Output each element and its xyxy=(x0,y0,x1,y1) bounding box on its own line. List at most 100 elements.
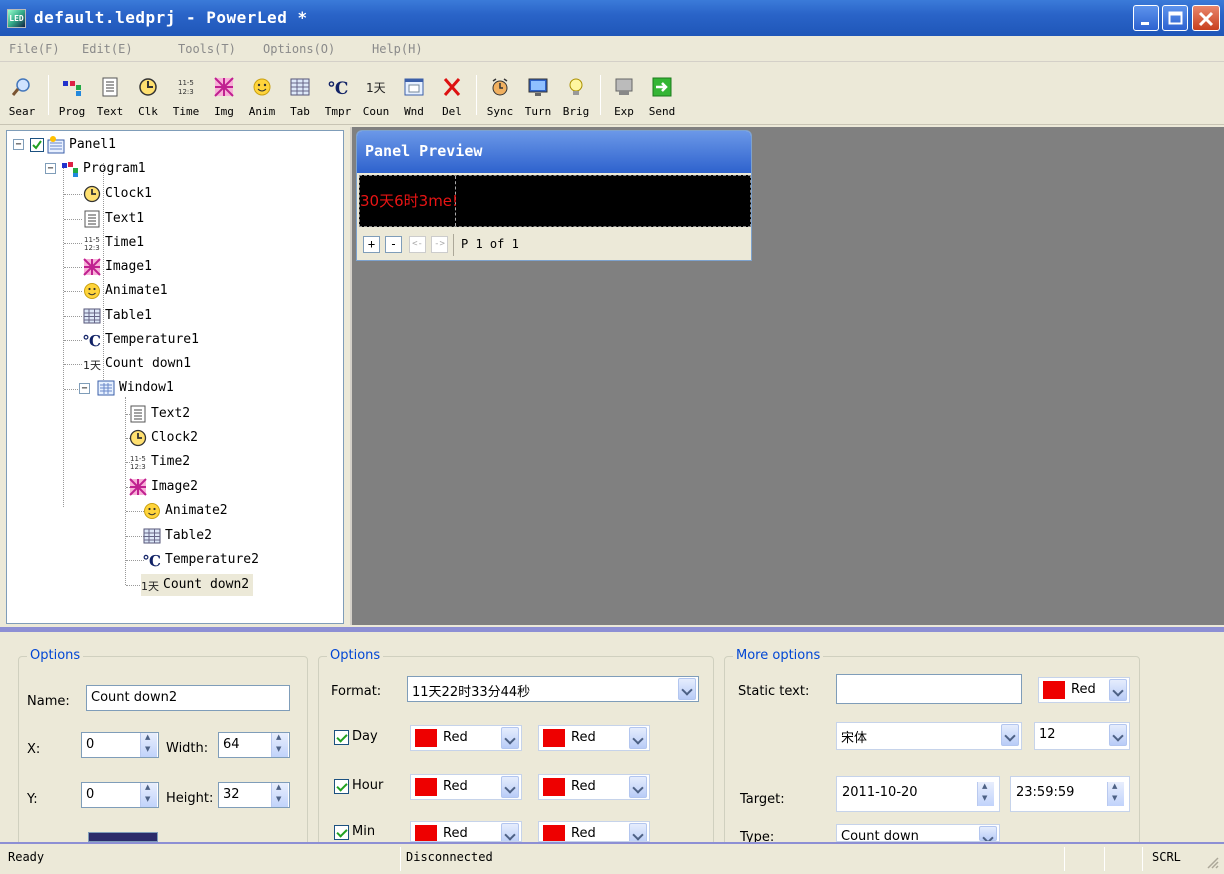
height-input[interactable]: 32 xyxy=(218,782,290,808)
static-text-input[interactable] xyxy=(836,674,1022,704)
y-spinner[interactable] xyxy=(140,783,157,807)
tree-item-clock2[interactable]: Clock2 xyxy=(129,427,198,449)
min-checkbox[interactable] xyxy=(334,825,349,840)
turn-button[interactable]: Turn xyxy=(520,67,556,123)
tree-item-window1[interactable]: Window1 xyxy=(97,377,174,399)
size-dropdown-button[interactable] xyxy=(1109,724,1127,746)
tree-item-text1[interactable]: Text1 xyxy=(83,208,144,230)
tree-item-image1[interactable]: Image1 xyxy=(83,256,152,278)
x-value: 0 xyxy=(86,737,95,752)
format-select[interactable]: 11天22时33分44秒 xyxy=(407,676,699,702)
export-button[interactable]: Exp xyxy=(606,67,642,123)
tree-item-countdown1[interactable]: 1天 Count down1 xyxy=(83,353,191,375)
dropdown-button[interactable] xyxy=(1109,679,1127,701)
program-button[interactable]: Prog xyxy=(54,67,90,123)
tree-item-temperature2[interactable]: ℃ Temperature2 xyxy=(143,549,259,571)
text-icon xyxy=(84,210,100,227)
send-button[interactable]: Send xyxy=(644,67,680,123)
tree-item-image2[interactable]: Image2 xyxy=(129,476,198,498)
x-input[interactable]: 0 xyxy=(81,732,159,758)
sync-button[interactable]: Sync xyxy=(482,67,518,123)
width-spinner[interactable] xyxy=(271,733,288,757)
tree-item-time2[interactable]: 11-5 12:3 Time2 xyxy=(129,451,190,473)
countdown-button[interactable]: 1天 Coun xyxy=(358,67,394,123)
tree-item-panel1[interactable]: Panel1 xyxy=(47,134,116,156)
menu-edit[interactable]: Edit(E) xyxy=(82,42,133,56)
brightness-button[interactable]: Brig xyxy=(558,67,594,123)
type-dropdown-button[interactable] xyxy=(979,826,997,841)
hour-color2-select[interactable]: Red xyxy=(538,774,650,800)
search-button[interactable]: Sear xyxy=(4,67,40,123)
menu-file[interactable]: File(F) xyxy=(9,42,60,56)
tree-item-temperature1[interactable]: ℃ Temperature1 xyxy=(83,329,199,351)
tree-item-label: Temperature1 xyxy=(105,332,199,347)
color-preview-field[interactable] xyxy=(88,832,158,842)
font-dropdown-button[interactable] xyxy=(1001,724,1019,746)
hour-color1-select[interactable]: Red xyxy=(410,774,522,800)
target-label: Target: xyxy=(740,792,785,807)
group-title: Options xyxy=(27,648,84,663)
tree-item-table1[interactable]: Table1 xyxy=(83,305,152,327)
resize-grip-icon[interactable] xyxy=(1206,856,1220,870)
tree-item-text2[interactable]: Text2 xyxy=(129,403,190,425)
tree-item-clock1[interactable]: Clock1 xyxy=(83,183,152,205)
static-color-select[interactable]: Red xyxy=(1038,677,1130,703)
dropdown-button[interactable] xyxy=(629,823,647,841)
font-select[interactable]: 宋体 xyxy=(836,722,1022,750)
zoom-in-button[interactable]: + xyxy=(363,236,380,253)
menu-options[interactable]: Options(O) xyxy=(263,42,335,56)
dropdown-button[interactable] xyxy=(629,727,647,749)
dropdown-button[interactable] xyxy=(629,776,647,798)
width-input[interactable]: 64 xyxy=(218,732,290,758)
window-expander[interactable]: − xyxy=(79,383,90,394)
next-page-button[interactable]: -> xyxy=(431,236,448,253)
window-button[interactable]: Wnd xyxy=(396,67,432,123)
tree-item-animate1[interactable]: Animate1 xyxy=(83,280,168,302)
program-expander[interactable]: − xyxy=(45,163,56,174)
menu-help[interactable]: Help(H) xyxy=(372,42,423,56)
dropdown-button[interactable] xyxy=(501,823,519,841)
format-dropdown-button[interactable] xyxy=(678,678,696,700)
target-date-input[interactable]: 2011-10-20 xyxy=(836,776,1000,812)
panel-checkbox[interactable] xyxy=(30,138,44,152)
date-spinner[interactable] xyxy=(977,782,994,806)
temperature-button[interactable]: ℃ Tmpr xyxy=(320,67,356,123)
min-color2-select[interactable]: Red xyxy=(538,821,650,842)
time-spinner[interactable] xyxy=(1107,782,1124,806)
minimize-button[interactable] xyxy=(1133,5,1159,31)
y-input[interactable]: 0 xyxy=(81,782,159,808)
hour-checkbox[interactable] xyxy=(334,779,349,794)
tree-item-countdown2[interactable]: 1天 Count down2 xyxy=(141,574,254,596)
tree-item-table2[interactable]: Table2 xyxy=(143,525,212,547)
image-button[interactable]: Img xyxy=(206,67,242,123)
time-button[interactable]: 11-5 12:3 Time xyxy=(168,67,204,123)
height-value: 32 xyxy=(223,787,240,802)
tree-item-time1[interactable]: 11-5 12:3 Time1 xyxy=(83,232,144,254)
panel-preview-window[interactable]: Panel Preview 30天6时3me! + - <- -> P 1 of… xyxy=(356,130,752,261)
animation-button[interactable]: Anim xyxy=(244,67,280,123)
day-checkbox[interactable] xyxy=(334,730,349,745)
x-spinner[interactable] xyxy=(140,733,157,757)
tree-item-animate2[interactable]: Animate2 xyxy=(143,500,228,522)
dropdown-button[interactable] xyxy=(501,776,519,798)
name-input[interactable]: Count down2 xyxy=(86,685,290,711)
maximize-button[interactable] xyxy=(1162,5,1188,31)
target-time-input[interactable]: 23:59:59 xyxy=(1010,776,1130,812)
table-button[interactable]: Tab xyxy=(282,67,318,123)
type-select[interactable]: Count down xyxy=(836,824,1000,842)
dropdown-button[interactable] xyxy=(501,727,519,749)
delete-button[interactable]: Del xyxy=(434,67,470,123)
panel-expander[interactable]: − xyxy=(13,139,24,150)
close-button[interactable] xyxy=(1192,5,1220,31)
text-button[interactable]: Text xyxy=(92,67,128,123)
font-size-select[interactable]: 12 xyxy=(1034,722,1130,750)
tree-item-program1[interactable]: Program1 xyxy=(61,158,146,180)
clock-button[interactable]: Clk xyxy=(130,67,166,123)
day-color2-select[interactable]: Red xyxy=(538,725,650,751)
prev-page-button[interactable]: <- xyxy=(409,236,426,253)
zoom-out-button[interactable]: - xyxy=(385,236,402,253)
menu-tools[interactable]: Tools(T) xyxy=(178,42,236,56)
day-color1-select[interactable]: Red xyxy=(410,725,522,751)
min-color1-select[interactable]: Red xyxy=(410,821,522,842)
height-spinner[interactable] xyxy=(271,783,288,807)
